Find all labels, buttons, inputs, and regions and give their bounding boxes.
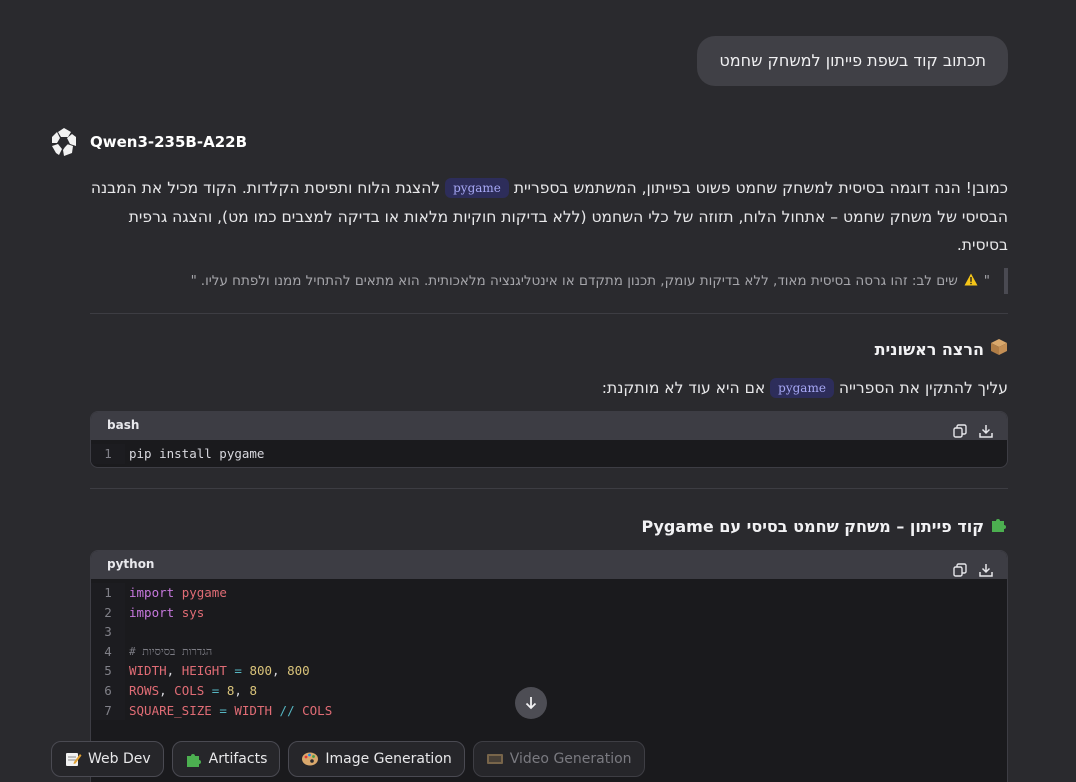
code-text: import pygame (125, 583, 227, 603)
code-text: SQUARE_SIZE = WIDTH // COLS (125, 701, 332, 721)
divider (90, 313, 1008, 314)
chip-label: Artifacts (208, 751, 268, 767)
code-line: 1 import pygame (91, 583, 1007, 603)
code-body: 1 pip install pygame (91, 440, 1007, 464)
line-number: 1 (91, 444, 125, 464)
code-text: WIDTH, HEIGHT = 800, 800 (125, 661, 310, 681)
code-line: 5 WIDTH, HEIGHT = 800, 800 (91, 661, 1007, 681)
var-token: ROWS (129, 682, 160, 698)
memo-icon (66, 753, 82, 766)
chat-page: תכתוב קוד בשפת פייתון למשחק שחמט Qwen3-2… (0, 0, 1076, 782)
line-number: 5 (91, 661, 125, 681)
line-number: 4 (91, 641, 125, 662)
qwen-logo-icon (52, 128, 76, 156)
install-text-1: עליך להתקין את הספרייה (838, 379, 1008, 397)
code-text: pip install pygame (129, 446, 265, 461)
quote-close: " (190, 273, 197, 289)
var-token: SQUARE_SIZE (129, 702, 212, 718)
bash-code-block: bash 1 pip install pygame (90, 411, 1008, 468)
code-line: 7 SQUARE_SIZE = WIDTH // COLS (91, 700, 1007, 721)
code-tools (953, 563, 993, 577)
line-number: 7 (91, 700, 125, 721)
op-token: = (211, 702, 235, 718)
quote-open: " (983, 273, 990, 289)
keyword-token: import (129, 604, 175, 620)
section-heading-python-code: קוד פייתון – משחק שחמט בסיסי עם Pygame (90, 515, 1008, 537)
inline-code-pygame: pygame (445, 178, 509, 198)
inline-code-pygame-2: pygame (770, 378, 834, 398)
op-token: = (226, 663, 250, 679)
palette-icon (302, 752, 319, 766)
puzzle-icon (186, 754, 201, 767)
code-block-header: bash (91, 412, 1007, 440)
code-line: 4 # הגדרות בסיסיות (91, 641, 1007, 662)
feature-chips: Web Dev Artifacts Image Generation Video… (51, 741, 645, 777)
download-icon[interactable] (979, 563, 993, 577)
section2-title-text: קוד פייתון – משחק שחמט בסיסי עם Pygame (641, 516, 984, 536)
module-token: pygame (181, 585, 227, 600)
number-token: 8 (249, 682, 257, 698)
note-text: שים לב: זהו גרסה בסיסית מאוד, ללא בדיקות… (200, 273, 958, 289)
punct-token: , (272, 663, 288, 679)
code-tools (953, 424, 993, 438)
punct-token: , (166, 663, 182, 679)
chip-artifacts[interactable]: Artifacts (171, 741, 281, 777)
chip-web-dev[interactable]: Web Dev (51, 741, 164, 777)
line-number: 6 (91, 680, 125, 701)
number-token: 800 (287, 663, 310, 679)
op-token: // (272, 702, 303, 718)
chip-video-generation[interactable]: Video Generation (472, 741, 645, 777)
var-token: HEIGHT (181, 663, 227, 679)
install-text-2: אם היא עוד לא מותקנת: (601, 379, 766, 397)
copy-icon[interactable] (953, 563, 967, 577)
code-line: 3 (91, 622, 1007, 642)
code-line: 2 import sys (91, 602, 1007, 623)
intro-text-1: כמובן! הנה דוגמה בסיסית למשחק שחמט פשוט … (513, 179, 1008, 197)
copy-icon[interactable] (953, 424, 967, 438)
chip-label: Image Generation (325, 751, 452, 767)
section-heading-initial-run: הרצה ראשונית (90, 338, 1008, 360)
warning-icon (964, 273, 978, 290)
keyword-token: import (129, 585, 175, 600)
punct-token: , (159, 682, 175, 698)
package-icon (990, 338, 1008, 360)
arrow-down-icon (525, 697, 537, 710)
code-language-label: bash (107, 418, 140, 432)
module-token: sys (181, 604, 205, 620)
line-number: 2 (91, 602, 125, 623)
code-block-header: python (91, 551, 1007, 579)
chip-label: Web Dev (88, 751, 151, 767)
code-language-label: python (107, 557, 155, 571)
model-name: Qwen3-235B-A22B (90, 133, 248, 151)
code-text: ROWS, COLS = 8, 8 (125, 681, 257, 701)
puzzle-icon (990, 515, 1008, 537)
var-token: WIDTH (234, 702, 273, 718)
chip-image-generation[interactable]: Image Generation (288, 741, 465, 777)
blockquote-note: " שים לב: זהו גרסה בסיסית מאוד, ללא בדיק… (90, 268, 1008, 294)
chip-label: Video Generation (509, 751, 632, 767)
film-icon (486, 754, 503, 764)
line-number: 3 (91, 622, 125, 642)
var-token: COLS (302, 702, 333, 718)
code-comment: # הגדרות בסיסיות (129, 644, 213, 658)
code-body: 1 import pygame 2 import sys 3 4 # הגדרו… (91, 579, 1007, 721)
user-message: תכתוב קוד בשפת פייתון למשחק שחמט (697, 36, 1008, 86)
response-intro: כמובן! הנה דוגמה בסיסית למשחק שחמט פשוט … (90, 174, 1008, 260)
line-number: 1 (91, 583, 125, 603)
scroll-to-bottom-button[interactable] (515, 687, 547, 719)
op-token: = (204, 682, 227, 698)
model-header: Qwen3-235B-A22B (48, 126, 247, 158)
code-line: 6 ROWS, COLS = 8, 8 (91, 680, 1007, 701)
download-icon[interactable] (979, 424, 993, 438)
code-line: 1 pip install pygame (91, 444, 1007, 464)
install-instruction: עליך להתקין את הספרייה pygame אם היא עוד… (90, 378, 1008, 398)
divider (90, 488, 1008, 489)
var-token: WIDTH (129, 663, 167, 679)
var-token: COLS (174, 682, 205, 698)
section1-title-text: הרצה ראשונית (874, 339, 984, 359)
number-token: 800 (249, 663, 273, 679)
code-text: import sys (125, 603, 204, 623)
punct-token: , (234, 682, 250, 698)
